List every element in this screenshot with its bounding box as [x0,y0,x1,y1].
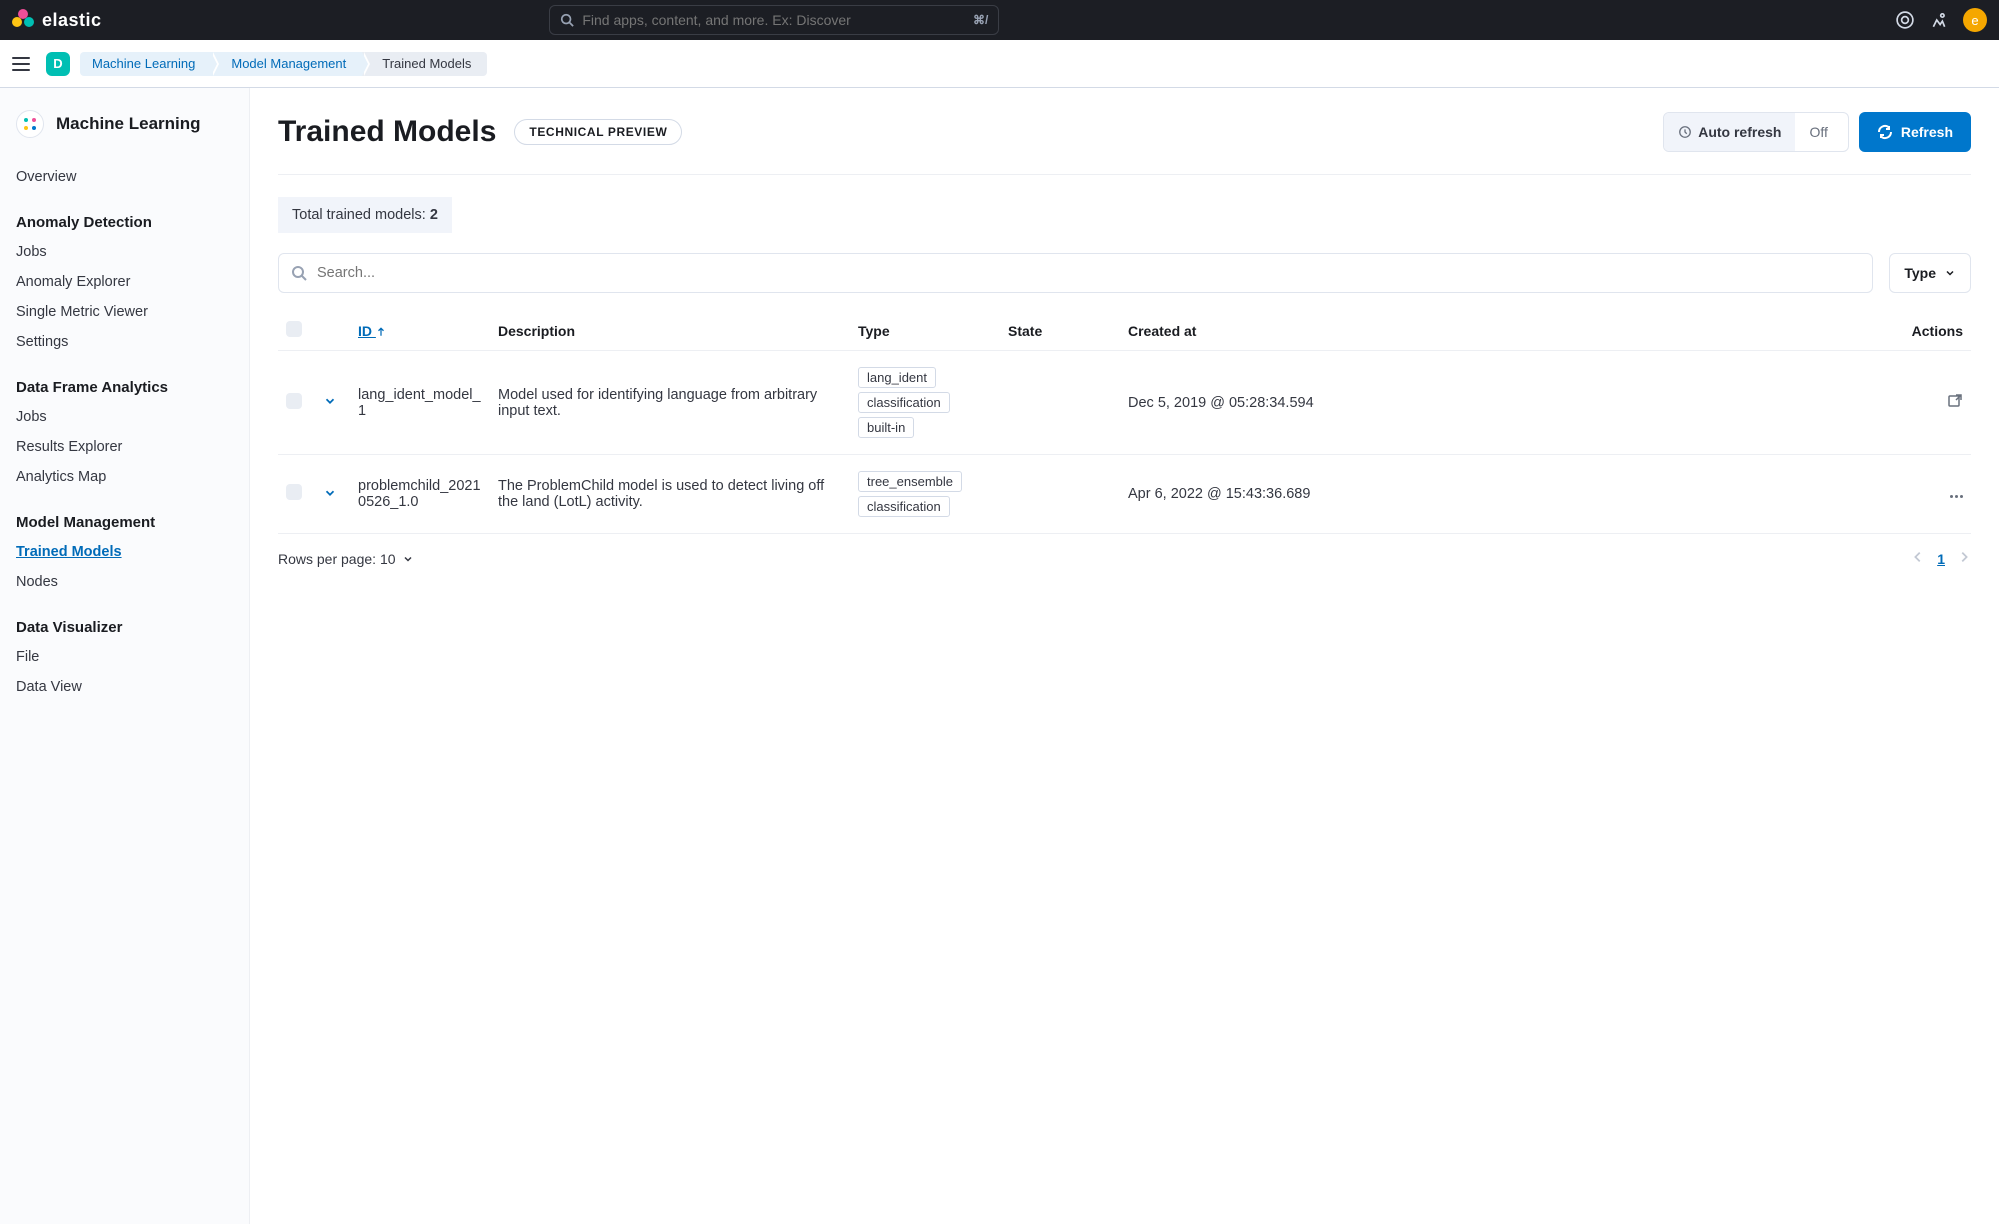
cell-created: Dec 5, 2019 @ 05:28:34.594 [1120,351,1891,455]
search-icon [291,265,307,281]
row-checkbox[interactable] [286,484,302,500]
elastic-logo-icon [12,9,34,31]
prev-page-button[interactable] [1911,550,1925,567]
column-header-actions: Actions [1891,311,1971,351]
refresh-button[interactable]: Refresh [1859,112,1971,152]
cell-type: lang_ident classification built-in [850,351,1000,455]
sidebar-heading-data-visualizer: Data Visualizer [16,619,233,636]
sidebar: Machine Learning Overview Anomaly Detect… [0,88,250,1224]
expand-row-button[interactable] [322,393,338,409]
trained-models-table: ID Description Type State Created at Act… [278,311,1971,534]
column-header-type[interactable]: Type [850,311,1000,351]
clock-icon [1678,125,1692,139]
type-tag: classification [858,392,950,413]
chevron-down-icon [323,394,337,408]
brand-text: elastic [42,10,102,31]
cell-actions [1891,455,1971,534]
sidebar-item-anomaly-explorer[interactable]: Anomaly Explorer [16,267,233,297]
cell-state [1000,455,1120,534]
type-tag: tree_ensemble [858,471,962,492]
sidebar-item-jobs-ad[interactable]: Jobs [16,237,233,267]
column-header-description[interactable]: Description [490,311,850,351]
cell-created: Apr 6, 2022 @ 15:43:36.689 [1120,455,1891,534]
newsfeed-icon[interactable] [1929,10,1949,30]
rows-per-page-button[interactable]: Rows per page: 10 [278,551,414,567]
user-avatar[interactable]: e [1963,8,1987,32]
sidebar-item-jobs-dfa[interactable]: Jobs [16,402,233,432]
page-title: Trained Models [278,115,496,149]
table-row: problemchild_20210526_1.0The ProblemChil… [278,455,1971,534]
sidebar-item-data-view[interactable]: Data View [16,672,233,702]
cell-state [1000,351,1120,455]
sidebar-app-title: Machine Learning [56,114,201,134]
sidebar-item-file[interactable]: File [16,642,233,672]
chevron-down-icon [323,486,337,500]
type-tag: classification [858,496,950,517]
global-search-input[interactable] [582,12,965,28]
column-header-state[interactable]: State [1000,311,1120,351]
row-checkbox[interactable] [286,393,302,409]
sidebar-heading-dfa: Data Frame Analytics [16,379,233,396]
cell-description: The ProblemChild model is used to detect… [490,455,850,534]
breadcrumb-ml[interactable]: Machine Learning [80,52,211,76]
space-selector[interactable]: D [46,52,70,76]
sidebar-item-nodes[interactable]: Nodes [16,567,233,597]
breadcrumb-trained-models: Trained Models [362,52,487,76]
export-action-button[interactable] [1947,393,1963,409]
sidebar-heading-anomaly-detection: Anomaly Detection [16,214,233,231]
column-header-id[interactable]: ID [350,311,490,351]
cell-actions [1891,351,1971,455]
search-icon [560,13,574,27]
sidebar-item-single-metric-viewer[interactable]: Single Metric Viewer [16,297,233,327]
sub-header: D Machine Learning Model Management Trai… [0,40,1999,88]
sidebar-heading-model-management: Model Management [16,514,233,531]
table-search-input[interactable] [317,265,1860,281]
elastic-logo[interactable]: elastic [12,9,102,31]
pagination: 1 [1911,550,1971,567]
breadcrumb-model-management[interactable]: Model Management [211,52,362,76]
cell-id: lang_ident_model_1 [350,351,490,455]
global-search[interactable]: ⌘/ [549,5,999,35]
ml-app-icon [16,110,44,138]
global-header: elastic ⌘/ e [0,0,1999,40]
auto-refresh-button[interactable]: Auto refresh [1664,113,1795,151]
next-page-button[interactable] [1957,550,1971,567]
main-content: Trained Models TECHNICAL PREVIEW Auto re… [250,88,1999,1224]
table-search[interactable] [278,253,1873,293]
table-row: lang_ident_model_1Model used for identif… [278,351,1971,455]
more-actions-button[interactable] [1947,486,1963,502]
technical-preview-badge: TECHNICAL PREVIEW [514,119,682,145]
page-number[interactable]: 1 [1937,551,1945,567]
sort-asc-icon [376,327,386,337]
sidebar-item-analytics-map[interactable]: Analytics Map [16,462,233,492]
sidebar-item-results-explorer[interactable]: Results Explorer [16,432,233,462]
refresh-icon [1877,124,1893,140]
cell-id: problemchild_20210526_1.0 [350,455,490,534]
nav-toggle-button[interactable] [12,52,36,76]
type-filter-button[interactable]: Type [1889,253,1971,293]
help-icon[interactable] [1895,10,1915,30]
chevron-down-icon [1944,267,1956,279]
select-all-checkbox[interactable] [286,321,302,337]
sidebar-item-overview[interactable]: Overview [16,162,233,192]
type-tag: lang_ident [858,367,936,388]
expand-row-button[interactable] [322,485,338,501]
auto-refresh-control: Auto refresh Off [1663,112,1849,152]
type-tag: built-in [858,417,914,438]
cell-type: tree_ensemble classification [850,455,1000,534]
chevron-down-icon [402,553,414,565]
sidebar-item-settings[interactable]: Settings [16,327,233,357]
sidebar-item-trained-models[interactable]: Trained Models [16,537,233,567]
auto-refresh-value: Off [1795,124,1847,140]
search-shortcut: ⌘/ [973,13,988,27]
breadcrumbs: Machine Learning Model Management Traine… [80,52,487,76]
total-count-badge: Total trained models: 2 [278,197,452,233]
column-header-created[interactable]: Created at [1120,311,1891,351]
cell-description: Model used for identifying language from… [490,351,850,455]
